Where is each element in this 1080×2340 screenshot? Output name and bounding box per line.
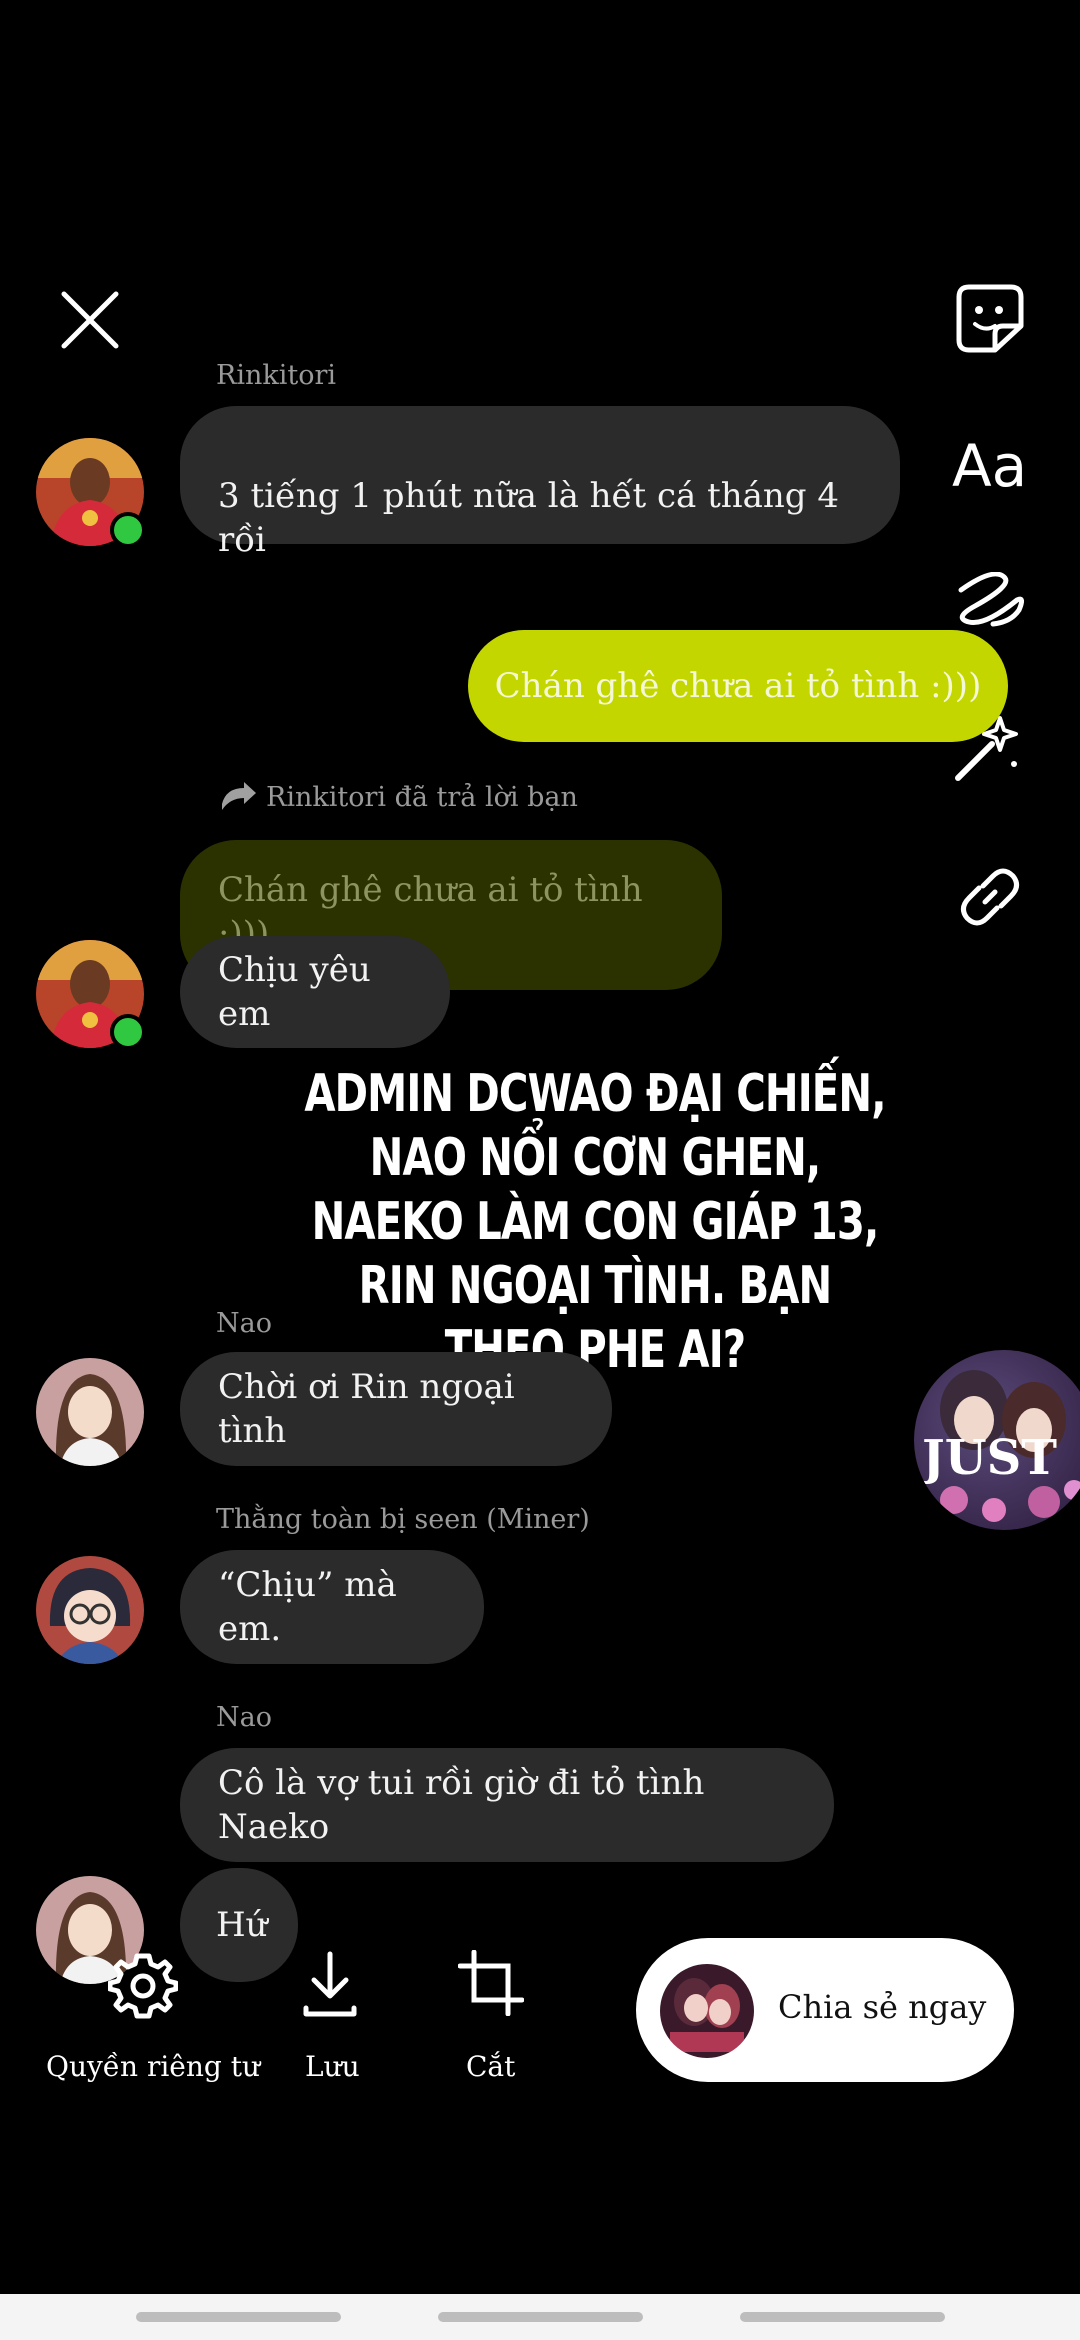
text-tool[interactable]: Aa [952, 432, 1027, 500]
gear-icon [107, 1953, 179, 2019]
close-icon [61, 291, 119, 349]
message-bubble[interactable]: Chịu yêu em [180, 936, 450, 1048]
avatar[interactable] [36, 1556, 144, 1664]
privacy-label: Quyền riêng tư [46, 2050, 261, 2083]
sender-name: Thằng toàn bị seen (Miner) [216, 1504, 590, 1535]
message-bubble[interactable]: “Chịu” mà em. [180, 1550, 484, 1664]
message-text: Hứ [216, 1905, 268, 1945]
overlay-caption[interactable]: ADMIN DCWAO ĐẠI CHIẾN, NAO NỔI CƠN GHEN,… [303, 1062, 888, 1382]
online-indicator [110, 512, 146, 548]
draw-icon [958, 571, 1025, 627]
privacy-button[interactable] [107, 1950, 179, 2020]
message-bubble[interactable]: Hứ [180, 1868, 298, 1982]
download-icon [303, 1951, 357, 2017]
message-text: 3 tiếng 1 phút nữa là hết cá tháng 4 rồi [218, 476, 839, 560]
online-indicator [110, 1014, 146, 1050]
link-tool[interactable] [955, 862, 1025, 932]
message-text: Chời ơi Rin ngoại tình [218, 1367, 515, 1451]
share-avatar [660, 1964, 754, 2058]
photo-sticker[interactable]: JUST [914, 1350, 1080, 1530]
message-bubble[interactable]: Chời ơi Rin ngoại tình [180, 1352, 612, 1466]
sender-name: Rinkitori [216, 360, 336, 391]
crop-label: Cắt [466, 2050, 516, 2083]
link-icon [961, 868, 1019, 926]
message-text: “Chịu” mà em. [218, 1565, 397, 1649]
reply-note-text: Rinkitori đã trả lời bạn [266, 781, 578, 813]
reply-indicator: Rinkitori đã trả lời bạn [218, 780, 578, 814]
message-bubble[interactable]: 3 tiếng 1 phút nữa là hết cá tháng 4 rồi [180, 406, 900, 560]
nav-recents-handle[interactable] [136, 2312, 341, 2322]
message-text: Chịu yêu em [218, 950, 371, 1034]
crop-button[interactable] [457, 1949, 525, 2017]
sender-name: Nao [216, 1702, 272, 1733]
crop-icon [457, 1949, 525, 2017]
nav-home-handle[interactable] [438, 2312, 643, 2322]
sticker-tool[interactable] [955, 282, 1025, 354]
message-text: Chán ghê chưa ai tỏ tình :))) [494, 666, 982, 706]
nav-back-handle[interactable] [740, 2312, 945, 2322]
sender-name: Nao [216, 1308, 272, 1339]
message-bubble[interactable]: Cô là vợ tui rồi giờ đi tỏ tình Naeko [180, 1748, 834, 1862]
share-now-button[interactable]: Chia sẻ ngay [636, 1938, 1014, 2082]
sticker-text: JUST [922, 1430, 1057, 1486]
save-label: Lưu [305, 2050, 360, 2083]
share-label: Chia sẻ ngay [778, 1988, 987, 2026]
message-text: Cô là vợ tui rồi giờ đi tỏ tình Naeko [218, 1763, 705, 1847]
sticker-icon [956, 284, 1024, 353]
close-button[interactable] [58, 288, 122, 352]
reply-arrow-icon [222, 782, 256, 810]
avatar[interactable] [36, 1358, 144, 1466]
own-message-bubble[interactable]: Chán ghê chưa ai tỏ tình :))) [468, 630, 1008, 742]
draw-tool[interactable] [955, 571, 1025, 628]
save-button[interactable] [302, 1950, 358, 2020]
